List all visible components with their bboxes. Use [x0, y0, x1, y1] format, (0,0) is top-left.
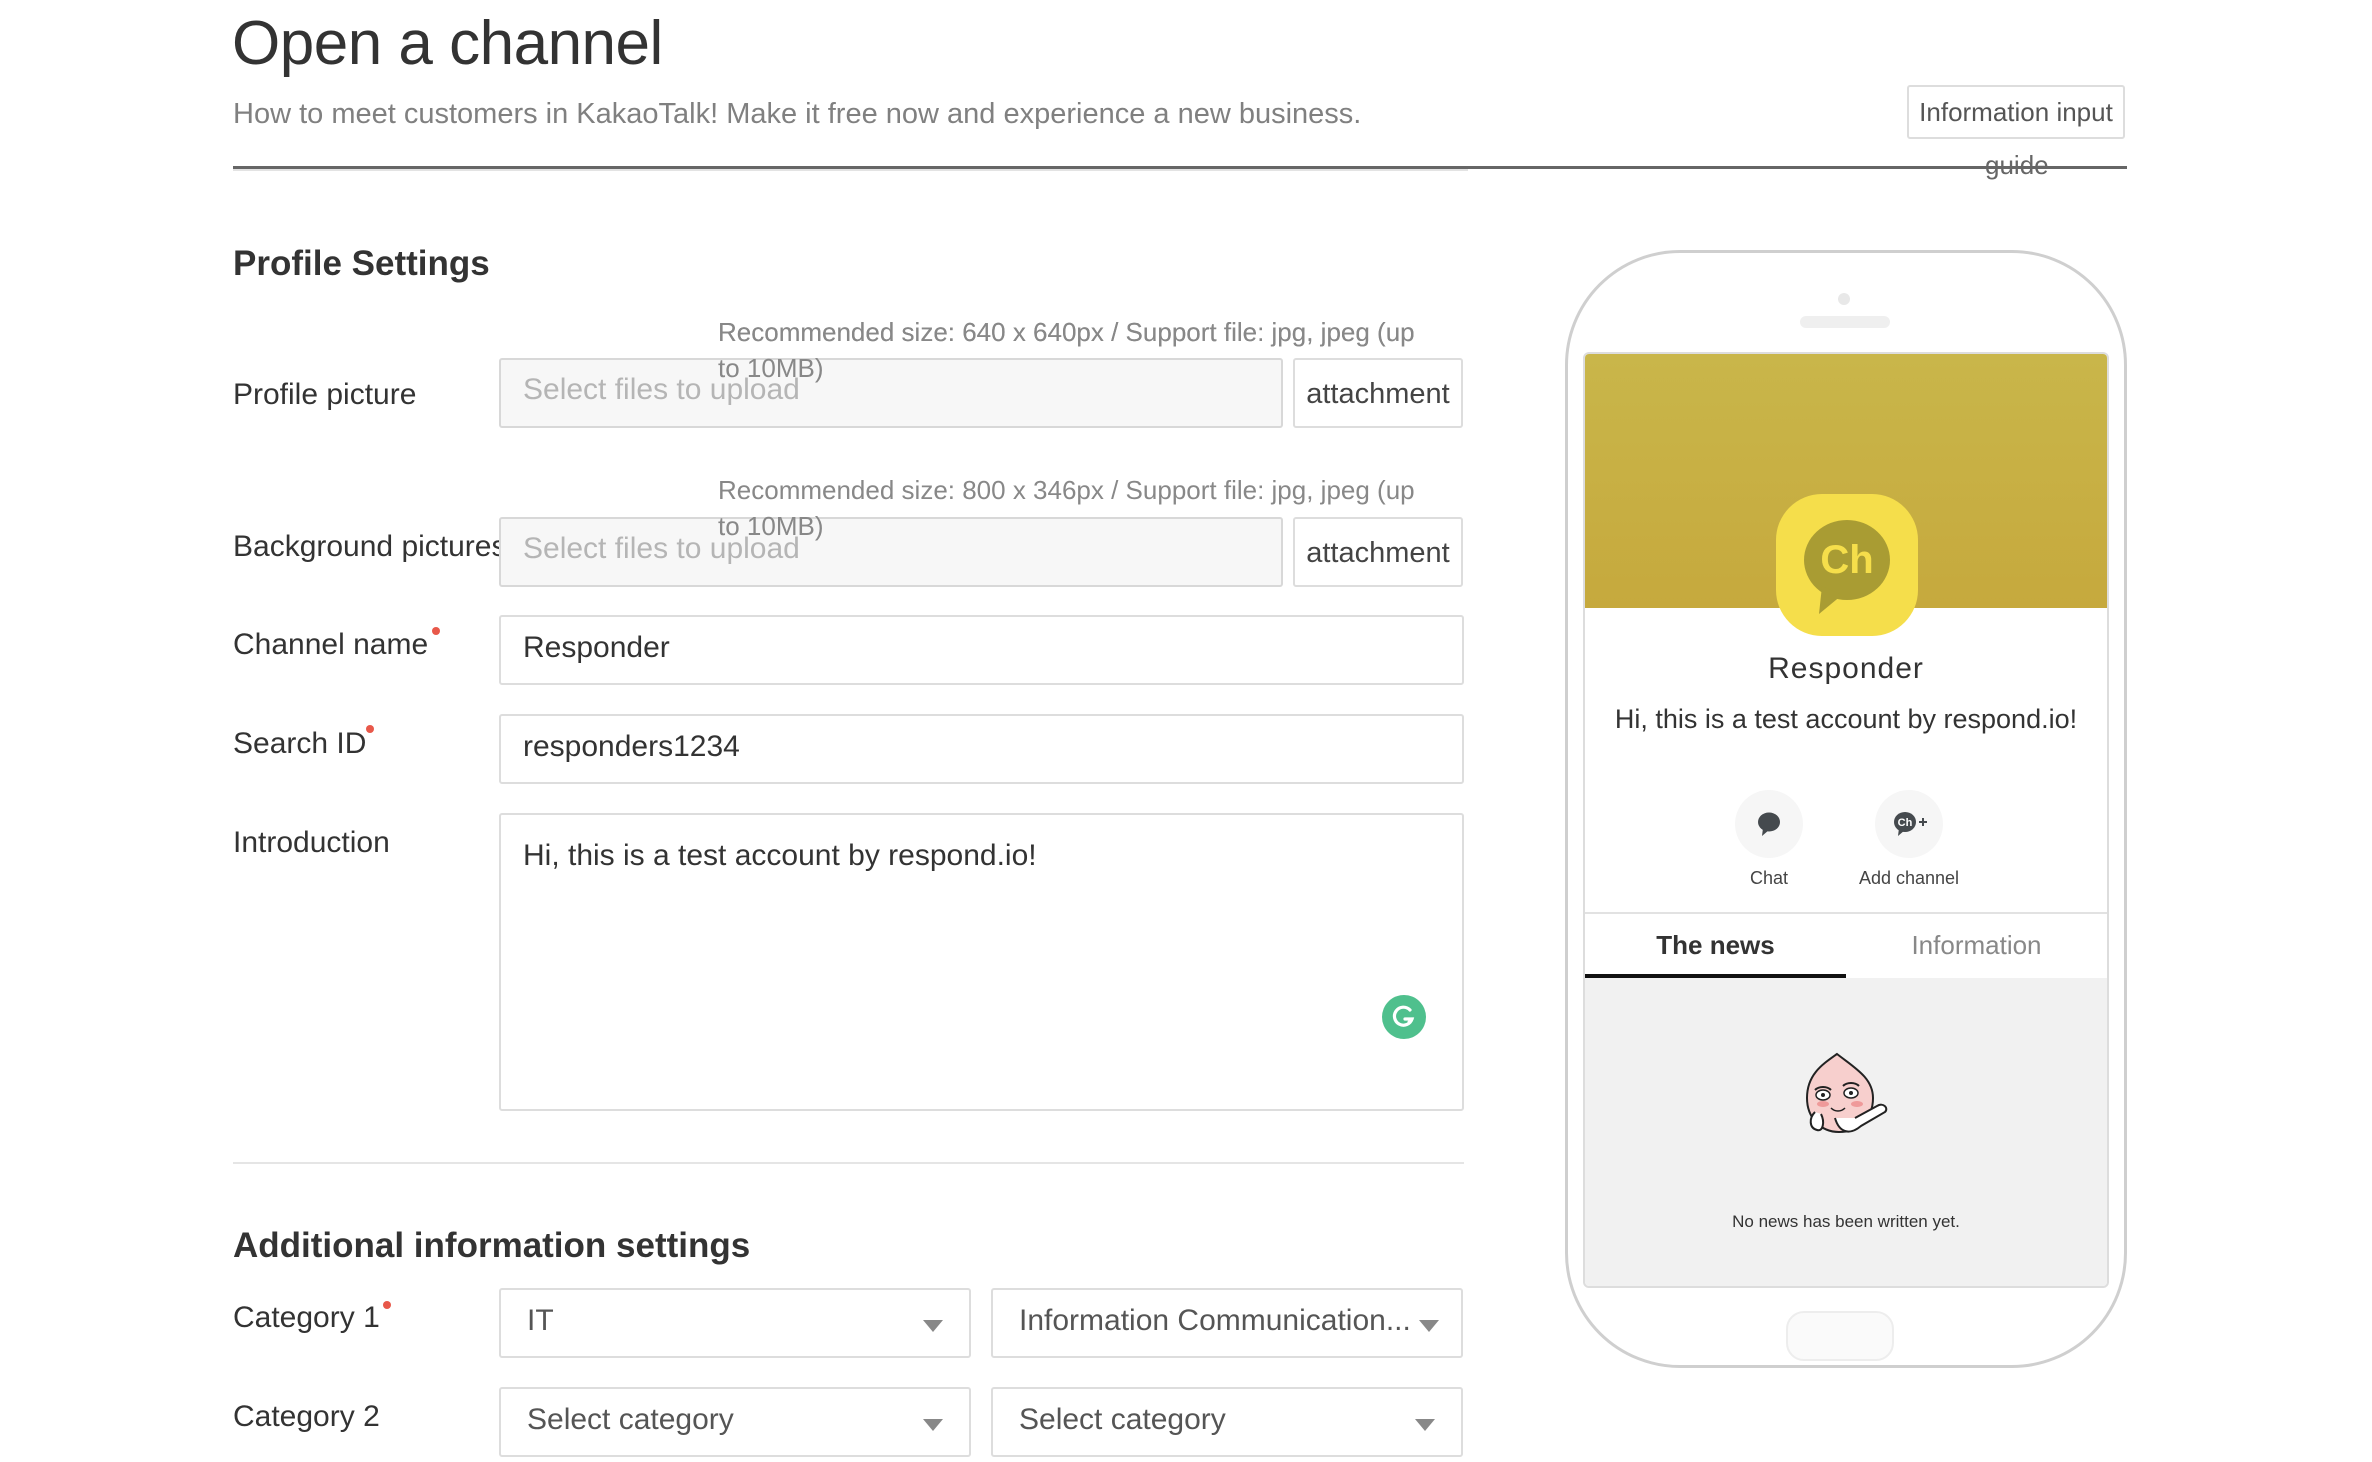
preview-introduction: Hi, this is a test account by respond.io… [1614, 704, 2078, 734]
phone-preview-screen: Ch Responder Hi, this is a test account … [1583, 352, 2109, 1288]
category-1-secondary-select[interactable]: Information Communication... [991, 1288, 1463, 1358]
svg-text:Ch: Ch [1898, 817, 1913, 829]
empty-news-message: No news has been written yet. [1732, 1212, 1960, 1231]
kakao-channel-logo-icon: Ch [1804, 520, 1890, 614]
chat-action-label: Chat [1749, 868, 1789, 888]
chat-action-button[interactable] [1735, 790, 1803, 858]
select-value: IT [527, 1304, 554, 1337]
header-divider-shadow [233, 169, 1468, 171]
introduction-label: Introduction [233, 826, 390, 859]
add-channel-action-label: Add channel [1858, 868, 1960, 888]
select-value: Select category [1019, 1403, 1226, 1436]
guide-button-label: Information input [1919, 97, 2113, 127]
page-title: Open a channel [232, 9, 663, 78]
chevron-down-icon [923, 1419, 943, 1431]
channel-name-label: Channel name [233, 628, 428, 662]
introduction-value: Hi, this is a test account by respond.io… [523, 839, 1037, 872]
add-channel-icon: Ch [1894, 812, 1927, 836]
tab-information[interactable]: Information [1846, 914, 2107, 978]
tab-the-news[interactable]: The news [1585, 914, 1846, 978]
category-2-secondary-select[interactable]: Select category [991, 1387, 1463, 1457]
add-channel-action-button[interactable]: Ch [1875, 790, 1943, 858]
grammarly-icon[interactable] [1382, 995, 1426, 1039]
channel-name-value: Responder [523, 631, 670, 664]
required-indicator [366, 725, 374, 733]
channel-avatar: Ch [1776, 494, 1918, 636]
search-id-label: Search ID [233, 727, 366, 761]
chevron-down-icon [1419, 1320, 1439, 1332]
select-value: Information Communication... [1019, 1304, 1411, 1337]
required-indicator [432, 627, 440, 635]
svg-text:Ch: Ch [1820, 538, 1873, 582]
select-value: Select category [527, 1403, 734, 1436]
preview-tabs: The news Information [1585, 912, 2107, 980]
channel-name-input[interactable]: Responder [499, 615, 1464, 685]
category-1-label: Category 1 [233, 1301, 380, 1335]
search-id-input[interactable]: responders1234 [499, 714, 1464, 784]
guide-button-label-overflow: guide [1985, 150, 2049, 180]
information-input-guide-button[interactable]: Information input [1907, 85, 2125, 139]
category-2-primary-select[interactable]: Select category [499, 1387, 971, 1457]
background-pictures-label: Background pictures [233, 530, 499, 563]
category-2-label: Category 2 [233, 1400, 380, 1433]
phone-speaker [1800, 316, 1890, 328]
section-divider [233, 1162, 1464, 1164]
profile-settings-heading: Profile Settings [233, 244, 490, 283]
chevron-down-icon [923, 1320, 943, 1332]
chevron-down-icon [1415, 1419, 1435, 1431]
preview-channel-name: Responder [1768, 652, 1924, 685]
channel-name-label-text: Channel name [233, 628, 429, 661]
phone-home-button [1786, 1311, 1894, 1361]
introduction-textarea[interactable]: Hi, this is a test account by respond.io… [499, 813, 1464, 1111]
category-1-primary-select[interactable]: IT [499, 1288, 971, 1358]
profile-picture-attachment-button[interactable]: attachment [1293, 358, 1463, 428]
apeach-character-icon [1805, 1052, 1888, 1134]
category-1-label-text: Category 1 [233, 1301, 380, 1334]
profile-picture-label: Profile picture [233, 378, 417, 411]
search-id-value: responders1234 [523, 730, 740, 763]
search-id-label-text: Search ID [233, 727, 367, 760]
required-indicator [383, 1301, 391, 1309]
additional-info-heading: Additional information settings [233, 1226, 751, 1265]
page-subtitle: How to meet customers in KakaoTalk! Make… [233, 98, 1362, 130]
background-picture-attachment-button[interactable]: attachment [1293, 517, 1463, 587]
phone-camera [1838, 293, 1850, 305]
news-empty-state: No news has been written yet. [1585, 978, 2107, 1286]
chat-bubble-icon [1758, 812, 1780, 836]
